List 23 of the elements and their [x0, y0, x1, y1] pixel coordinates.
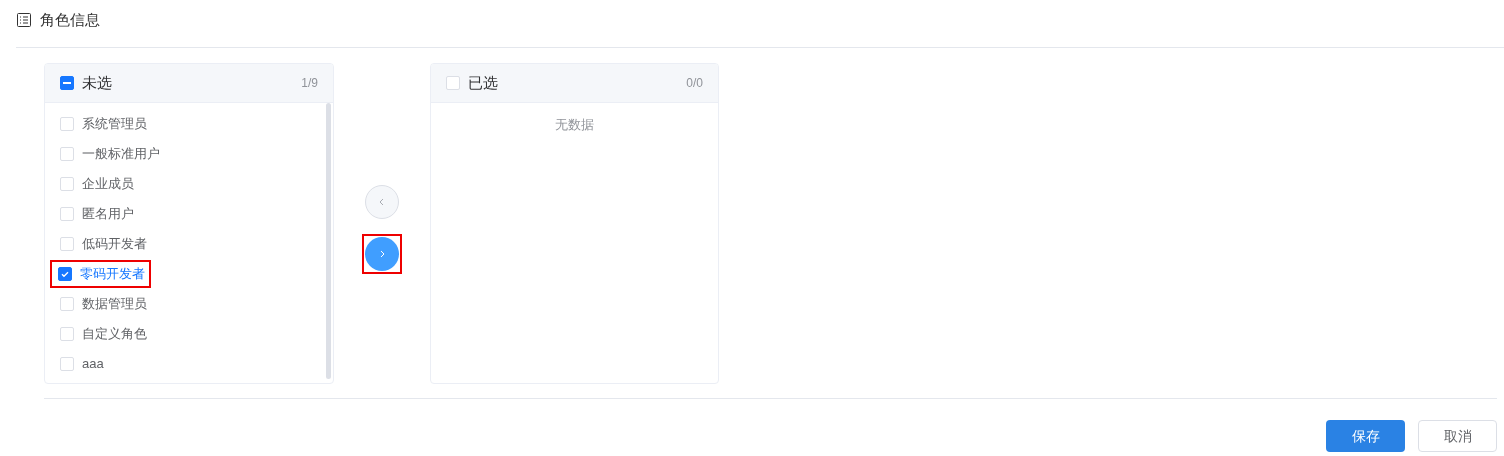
panel-title: 已选	[468, 72, 498, 93]
cancel-button[interactable]: 取消	[1418, 420, 1497, 452]
section-title: 角色信息	[40, 9, 100, 30]
option-label[interactable]: 数据管理员	[82, 294, 147, 314]
option-label[interactable]: 匿名用户	[82, 204, 134, 224]
checkbox[interactable]	[60, 76, 74, 90]
option-label[interactable]: 系统管理员	[82, 114, 147, 134]
option-label[interactable]: 零码开发者	[80, 264, 145, 284]
list-icon	[16, 12, 32, 28]
panel-title: 未选	[82, 72, 112, 93]
option-label[interactable]: 低码开发者	[82, 234, 147, 254]
check-icon	[60, 269, 70, 279]
panel-count: 0/0	[686, 75, 703, 92]
option-label[interactable]: 一般标准用户	[82, 144, 160, 164]
empty-message: 无数据	[555, 116, 594, 134]
save-button[interactable]: 保存	[1326, 420, 1405, 452]
scrollbar[interactable]	[326, 103, 331, 379]
panel-count: 1/9	[301, 75, 318, 92]
minus-icon	[63, 82, 71, 84]
option-label[interactable]: 自定义角色	[82, 324, 147, 344]
option-label[interactable]: aaa	[82, 354, 104, 374]
option-label[interactable]: 企业成员	[82, 174, 134, 194]
checkbox[interactable]	[58, 267, 72, 281]
